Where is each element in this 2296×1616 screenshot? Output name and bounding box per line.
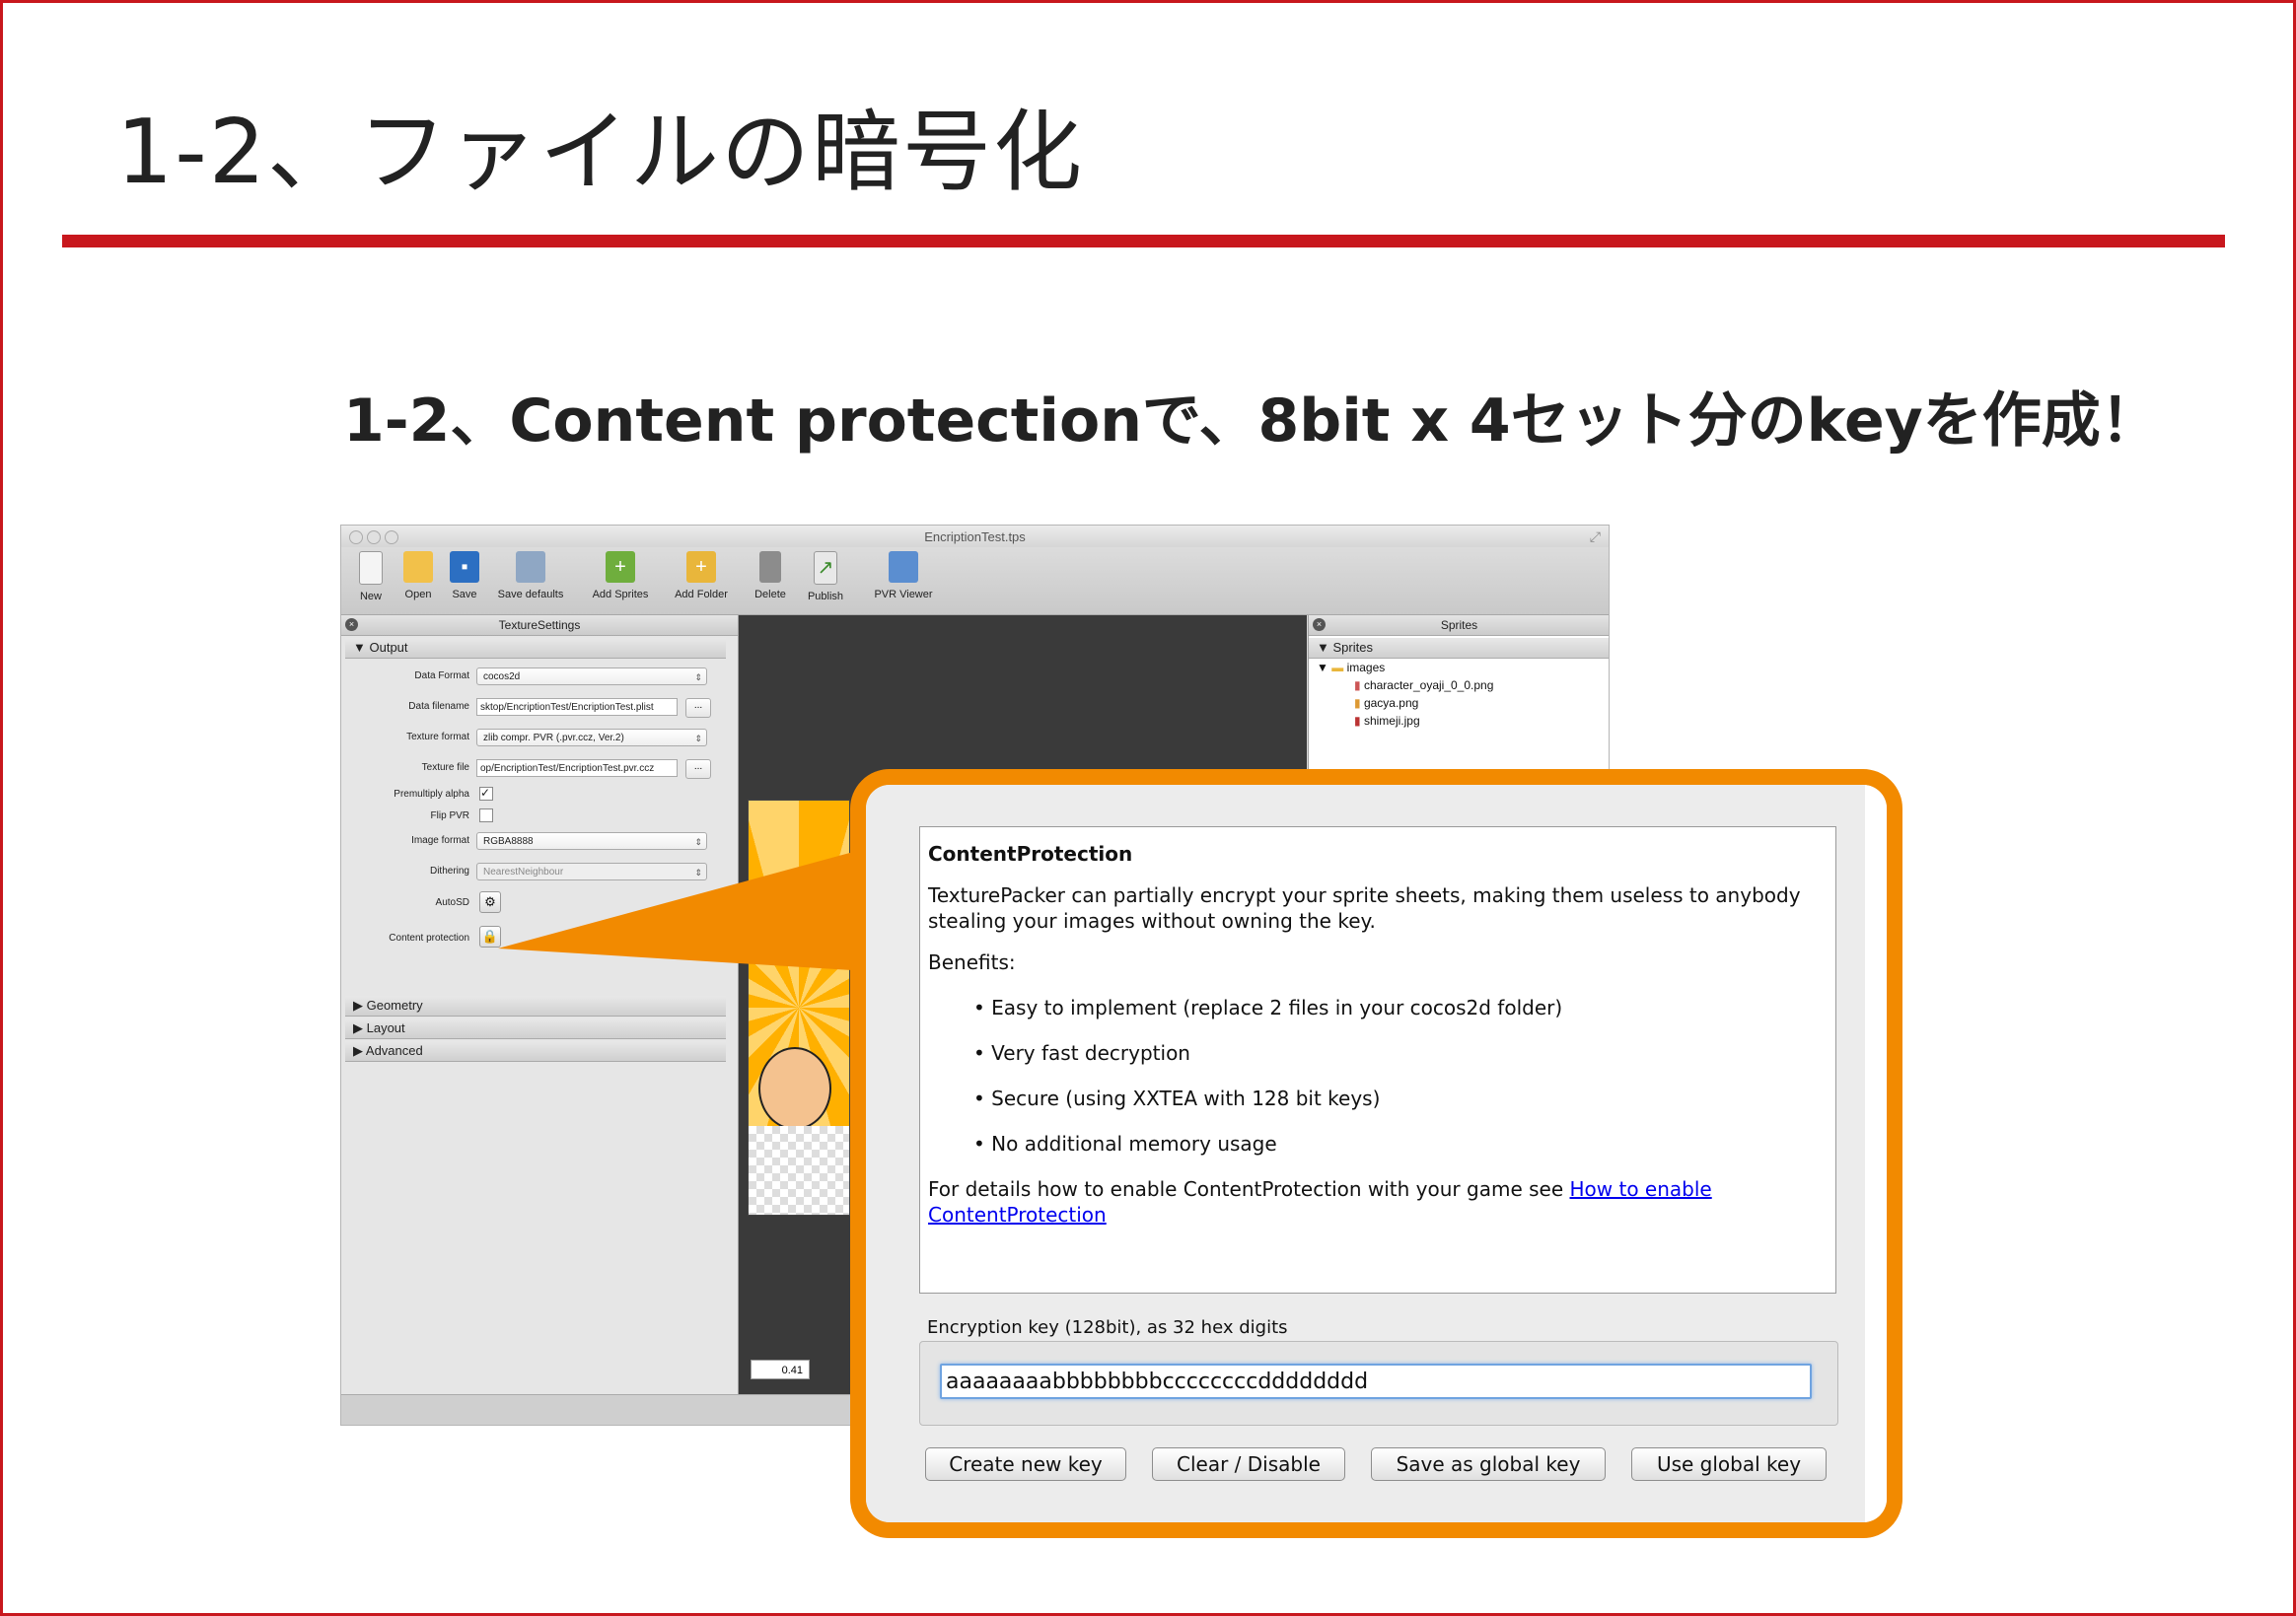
content-protection-dialog: ContentProtection TexturePacker can part…: [850, 769, 1902, 1538]
benefit-item: • Easy to implement (replace 2 files in …: [973, 996, 1563, 1019]
details-text: For details how to enable ContentProtect…: [928, 1177, 1570, 1201]
info-panel: ContentProtection TexturePacker can part…: [919, 826, 1836, 1294]
dialog-heading: ContentProtection: [928, 842, 1133, 866]
encryption-key-label: Encryption key (128bit), as 32 hex digit…: [927, 1317, 1288, 1338]
benefit-item: • Secure (using XXTEA with 128 bit keys): [973, 1087, 1381, 1110]
benefit-item: • No additional memory usage: [973, 1132, 1277, 1156]
encryption-key-input[interactable]: aaaaaaaabbbbbbbbccccccccdddddddd: [940, 1364, 1812, 1399]
save-as-global-key-button[interactable]: Save as global key: [1371, 1447, 1606, 1481]
dialog-intro: TexturePacker can partially encrypt your…: [928, 883, 1801, 933]
callout-wedge: [498, 848, 868, 971]
clear-disable-button[interactable]: Clear / Disable: [1152, 1447, 1345, 1481]
details-paragraph: For details how to enable ContentProtect…: [928, 1176, 1828, 1228]
create-new-key-button[interactable]: Create new key: [925, 1447, 1126, 1481]
benefits-label: Benefits:: [928, 950, 1016, 974]
benefit-item: • Very fast decryption: [973, 1041, 1190, 1065]
dialog-edge: [1865, 785, 1887, 1522]
use-global-key-button[interactable]: Use global key: [1631, 1447, 1827, 1481]
encryption-key-group: aaaaaaaabbbbbbbbccccccccdddddddd: [919, 1341, 1838, 1426]
